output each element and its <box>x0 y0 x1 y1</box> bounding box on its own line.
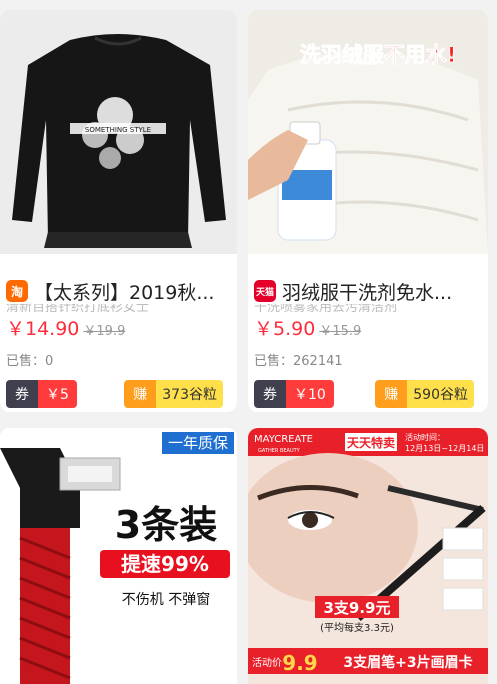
price-label: 活动价 <box>252 657 282 669</box>
product-title[interactable]: 羽绒服干洗剂免水... <box>282 278 452 305</box>
product-image[interactable]: MAYCREATE GATHER BEAUTY 天天特卖 活动时间： 12月13… <box>248 428 488 684</box>
coupon-value: ￥5 <box>38 380 77 408</box>
sold-count: 已售：262141 <box>254 354 343 369</box>
deal-sub: (平均每支3.3元) <box>320 621 394 634</box>
coupon-label: 券 <box>6 380 38 408</box>
original-price: ￥19.9 <box>83 324 126 339</box>
promo-badge: 天天特卖 <box>347 435 395 450</box>
product-image[interactable]: 一年质保 3条装 提速99% 不伤机 不弹窗 <box>0 428 237 684</box>
image-headline: 洗羽绒服不用水! <box>300 43 457 67</box>
bundle-footer: 3支眉笔+3片画眉卡 <box>343 654 472 671</box>
earn-value: 590谷粒 <box>407 380 474 408</box>
product-image[interactable]: 洗羽绒服不用水! <box>248 10 488 254</box>
bundle-headline: 3条装 <box>115 503 217 547</box>
product-card[interactable]: SOMETHING STYLE 淘 【太系列】2019秋... 清新百搭针织打底… <box>0 10 237 412</box>
earn-label: 赚 <box>375 380 408 408</box>
earn-value: 373谷粒 <box>156 380 223 408</box>
tmall-tag: 天猫 <box>254 280 276 302</box>
price: ￥14.90 <box>6 318 80 340</box>
speed-text: 提速99% <box>121 552 209 576</box>
brand-sub: GATHER BEAUTY <box>258 448 301 454</box>
sold-count: 已售：0 <box>6 354 54 369</box>
coupon-label: 券 <box>254 380 286 408</box>
coupon-badge[interactable]: 券 ￥5 <box>6 380 77 408</box>
original-price: ￥15.9 <box>319 324 362 339</box>
coupon-value: ￥10 <box>286 380 334 408</box>
taobao-tag: 淘 <box>6 280 28 302</box>
product-card[interactable]: MAYCREATE GATHER BEAUTY 天天特卖 活动时间： 12月13… <box>248 428 488 684</box>
coupon-badge[interactable]: 券 ￥10 <box>254 380 334 408</box>
print-text: SOMETHING STYLE <box>85 126 151 134</box>
earn-badge[interactable]: 赚 590谷粒 <box>375 380 474 408</box>
promo-price: 9.9 <box>282 651 317 675</box>
product-image[interactable]: SOMETHING STYLE <box>0 10 237 254</box>
earn-badge[interactable]: 赚 373谷粒 <box>124 380 223 408</box>
brand-logo: MAYCREATE <box>254 434 313 445</box>
warranty-badge: 一年质保 <box>168 434 228 452</box>
deal-text: 3支9.9元 <box>323 599 390 617</box>
product-title[interactable]: 【太系列】2019秋... <box>34 278 214 305</box>
product-subtitle: 清新百搭针织打底衫女士 <box>6 304 150 312</box>
earn-label: 赚 <box>124 380 157 408</box>
period: 12月13日~12月14日 <box>405 444 484 453</box>
feature-text: 不伤机 不弹窗 <box>122 591 210 608</box>
product-card[interactable]: 一年质保 3条装 提速99% 不伤机 不弹窗 <box>0 428 237 684</box>
product-card[interactable]: 洗羽绒服不用水! 天猫 羽绒服干洗剂免水... 干洗喷雾家用去污清洁剂 ￥5.9… <box>248 10 488 412</box>
price: ￥5.90 <box>254 318 316 340</box>
product-subtitle: 干洗喷雾家用去污清洁剂 <box>254 304 398 312</box>
period-label: 活动时间： <box>405 432 445 442</box>
